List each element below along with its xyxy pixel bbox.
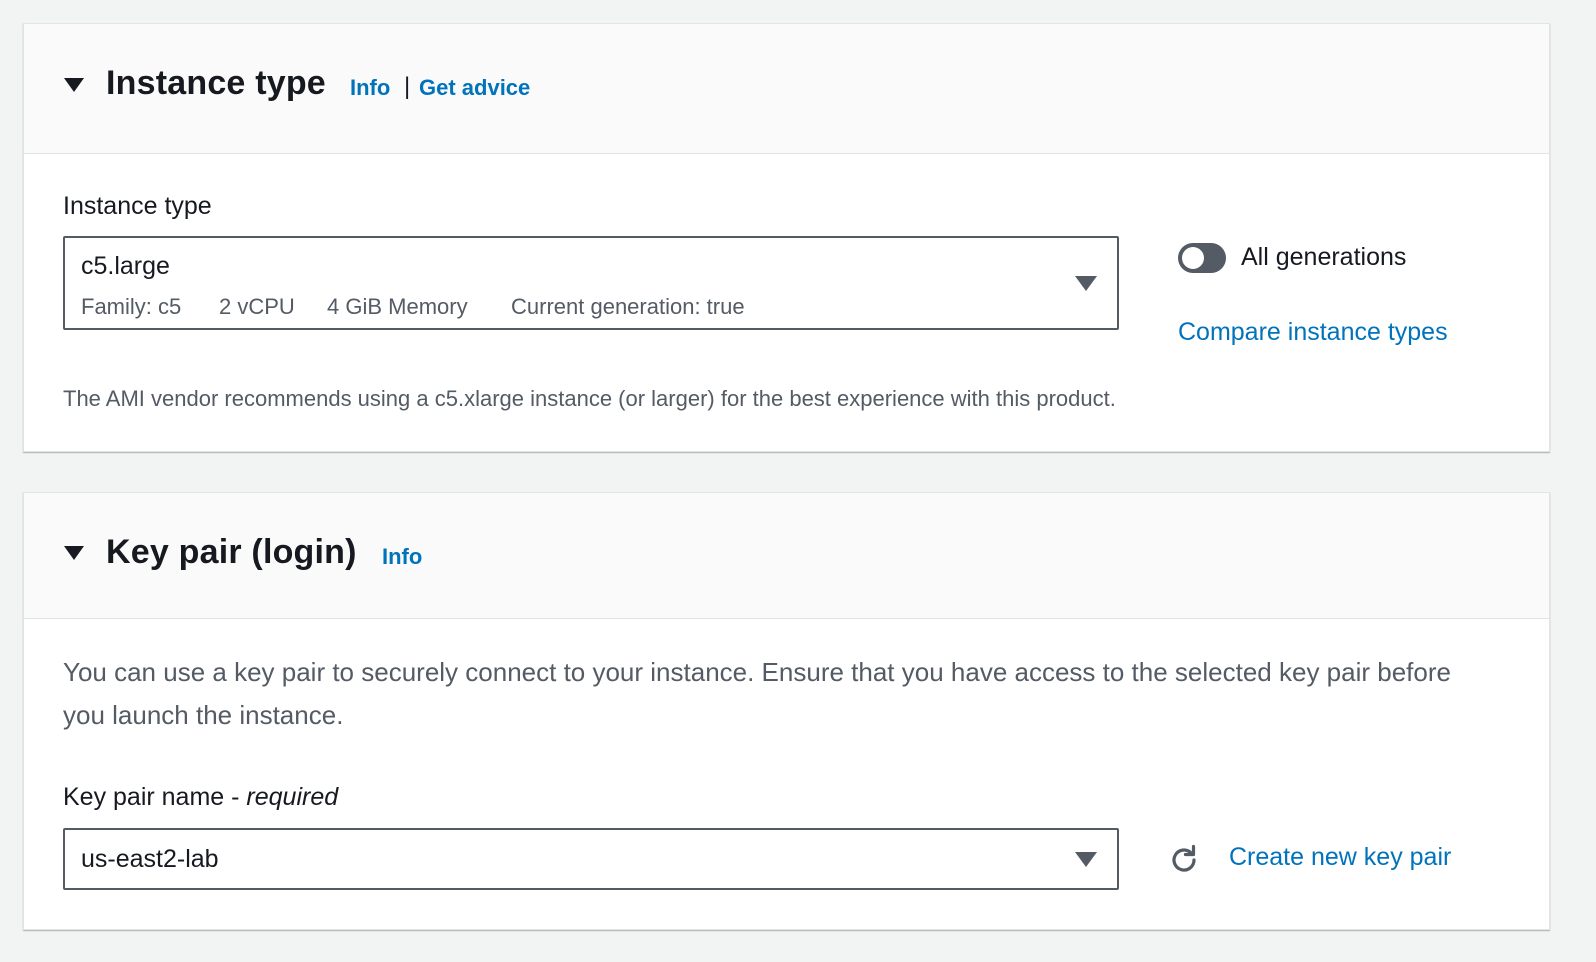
instance-type-label: Instance type xyxy=(63,192,212,220)
instance-family: Family: c5 xyxy=(81,294,182,319)
compare-instance-types-link[interactable]: Compare instance types xyxy=(1178,318,1448,347)
all-generations-label: All generations xyxy=(1241,243,1407,271)
create-new-key-pair-link[interactable]: Create new key pair xyxy=(1229,843,1451,872)
dropdown-arrow-icon xyxy=(1075,852,1097,867)
refresh-icon[interactable] xyxy=(1166,842,1202,878)
vendor-recommendation: The AMI vendor recommends using a c5.xla… xyxy=(63,386,1116,411)
instance-memory: 4 GiB Memory xyxy=(327,294,468,319)
instance-type-select[interactable]: c5.large Family: c5 2 vCPU 4 GiB Memory … xyxy=(63,236,1119,330)
key-pair-name-label-text: Key pair name - xyxy=(63,783,247,811)
instance-type-panel: Instance type Info | Get advice Instance… xyxy=(23,23,1550,452)
key-pair-name-label: Key pair name - required xyxy=(63,783,338,812)
toggle-knob xyxy=(1182,247,1204,269)
info-link[interactable]: Info xyxy=(350,75,390,101)
selected-instance-type: c5.large xyxy=(81,252,170,280)
collapse-caret-icon[interactable] xyxy=(64,546,84,560)
all-generations-toggle[interactable] xyxy=(1178,243,1226,273)
info-link[interactable]: Info xyxy=(382,544,422,570)
panel-title: Key pair (login) xyxy=(106,533,357,571)
instance-type-panel-header: Instance type Info | Get advice xyxy=(24,24,1549,154)
header-separator: | xyxy=(404,73,411,100)
panel-title: Instance type xyxy=(106,64,326,102)
instance-vcpu: 2 vCPU xyxy=(219,294,295,319)
required-indicator: required xyxy=(246,783,339,811)
collapse-caret-icon[interactable] xyxy=(64,78,84,92)
get-advice-link[interactable]: Get advice xyxy=(419,75,530,101)
dropdown-arrow-icon xyxy=(1075,276,1097,291)
key-pair-description: You can use a key pair to securely conne… xyxy=(63,657,1451,730)
key-pair-select[interactable]: us-east2-lab xyxy=(63,828,1119,890)
key-pair-panel: Key pair (login) Info You can use a key … xyxy=(23,492,1550,930)
key-pair-panel-header: Key pair (login) Info xyxy=(24,493,1549,619)
instance-generation: Current generation: true xyxy=(511,294,745,319)
selected-key-pair: us-east2-lab xyxy=(81,845,219,873)
